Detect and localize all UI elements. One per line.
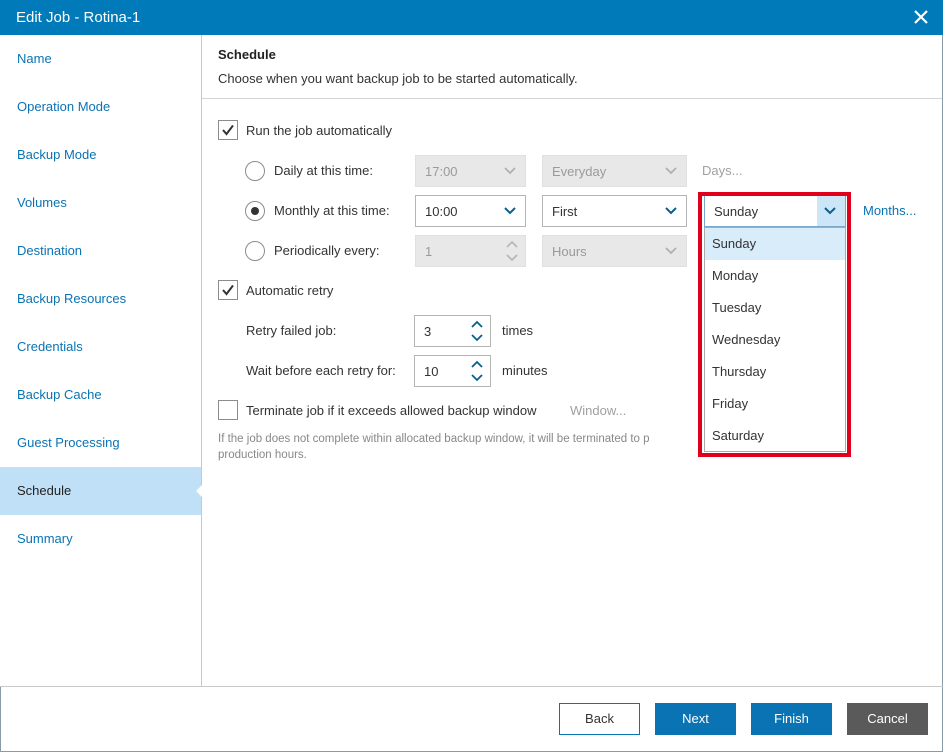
radio-selected-dot [251,207,259,215]
finish-button[interactable]: Finish [751,703,832,735]
checkmark-icon [222,124,234,136]
periodically-label: Periodically every: [274,243,380,258]
header-divider [202,98,942,99]
footer-divider [0,686,943,687]
terminate-job-label: Terminate job if it exceeds allowed back… [246,403,537,418]
monthly-time-value: 10:00 [425,204,458,219]
monthly-week-select[interactable]: First [542,195,687,227]
monthly-day-value: Sunday [714,204,759,219]
cancel-button[interactable]: Cancel [847,703,928,735]
monthly-label: Monthly at this time: [274,203,390,218]
daily-time-select: 17:00 [415,155,526,187]
note-line-1: If the job does not complete within allo… [218,433,650,445]
day-option-thursday[interactable]: Thursday [705,356,845,388]
chevron-down-icon [665,247,677,255]
retry-count-stepper[interactable]: 3 [414,315,491,347]
section-description: Choose when you want backup job to be st… [218,71,578,86]
back-button[interactable]: Back [559,703,640,735]
wait-before-retry-label: Wait before each retry for: [246,363,396,378]
automatic-retry-checkbox[interactable] [218,280,238,300]
close-icon[interactable] [911,7,931,27]
daily-time-value: 17:00 [425,164,458,179]
chevron-down-icon [504,167,516,175]
daily-frequency-value: Everyday [552,164,607,179]
day-option-tuesday[interactable]: Tuesday [705,292,845,324]
monthly-time-select[interactable]: 10:00 [415,195,526,227]
wait-minutes-value: 10 [424,364,439,379]
next-button[interactable]: Next [655,703,736,735]
retry-unit-label: times [502,323,534,338]
wait-minutes-stepper[interactable]: 10 [414,355,491,387]
sidebar-item-backup-resources[interactable]: Backup Resources [0,275,201,323]
sidebar-item-operation-mode[interactable]: Operation Mode [0,83,201,131]
section-title: Schedule [218,47,276,62]
sidebar-item-backup-mode[interactable]: Backup Mode [0,131,201,179]
daily-radio[interactable] [245,161,265,181]
daily-frequency-select: Everyday [542,155,687,187]
months-link[interactable]: Months... [863,203,916,218]
wizard-sidebar: Name Operation Mode Backup Mode Volumes … [0,35,203,687]
sidebar-item-name[interactable]: Name [0,35,201,83]
day-option-monday[interactable]: Monday [705,260,845,292]
automatic-retry-label: Automatic retry [246,283,334,298]
monthly-radio[interactable] [245,201,265,221]
run-automatically-label: Run the job automatically [246,123,392,138]
sidebar-item-backup-cache[interactable]: Backup Cache [0,371,201,419]
terminate-job-checkbox[interactable] [218,400,238,420]
chevron-down-icon [824,207,836,215]
sidebar-item-schedule[interactable]: Schedule [0,467,203,515]
wait-unit-label: minutes [502,363,548,378]
chevron-down-icon [665,207,677,215]
day-option-friday[interactable]: Friday [705,388,845,420]
days-link: Days... [702,163,743,178]
stepper-arrows-icon [506,240,518,262]
title-bar: Edit Job - Rotina-1 [0,0,943,35]
sidebar-item-credentials[interactable]: Credentials [0,323,201,371]
periodically-unit-select: Hours [542,235,687,267]
day-option-saturday[interactable]: Saturday [705,420,845,452]
window-title: Edit Job - Rotina-1 [16,9,141,26]
monthly-day-select[interactable]: Sunday [704,195,846,227]
chevron-down-icon [504,207,516,215]
periodically-unit-value: Hours [552,244,587,259]
sidebar-item-guest-processing[interactable]: Guest Processing [0,419,201,467]
monthly-week-value: First [552,204,578,219]
window-link: Window... [570,403,627,418]
sidebar-item-schedule-label: Schedule [17,483,72,498]
sidebar-item-summary[interactable]: Summary [0,515,201,563]
retry-count-value: 3 [424,324,432,339]
stepper-arrows-icon[interactable] [470,360,484,382]
stepper-arrows-icon[interactable] [470,320,484,342]
day-option-wednesday[interactable]: Wednesday [705,324,845,356]
periodically-value-stepper: 1 [415,235,526,267]
retry-failed-label: Retry failed job: [246,323,337,338]
daily-label: Daily at this time: [274,163,373,178]
note-line-2: production hours. [218,449,307,461]
periodically-value: 1 [425,244,433,259]
run-automatically-checkbox[interactable] [218,120,238,140]
day-dropdown-list: Sunday Monday Tuesday Wednesday Thursday… [704,227,846,452]
sidebar-item-destination[interactable]: Destination [0,227,201,275]
chevron-down-icon [665,167,677,175]
checkmark-icon [222,284,234,296]
sidebar-item-volumes[interactable]: Volumes [0,179,201,227]
day-option-sunday[interactable]: Sunday [705,228,845,260]
periodically-radio[interactable] [245,241,265,261]
